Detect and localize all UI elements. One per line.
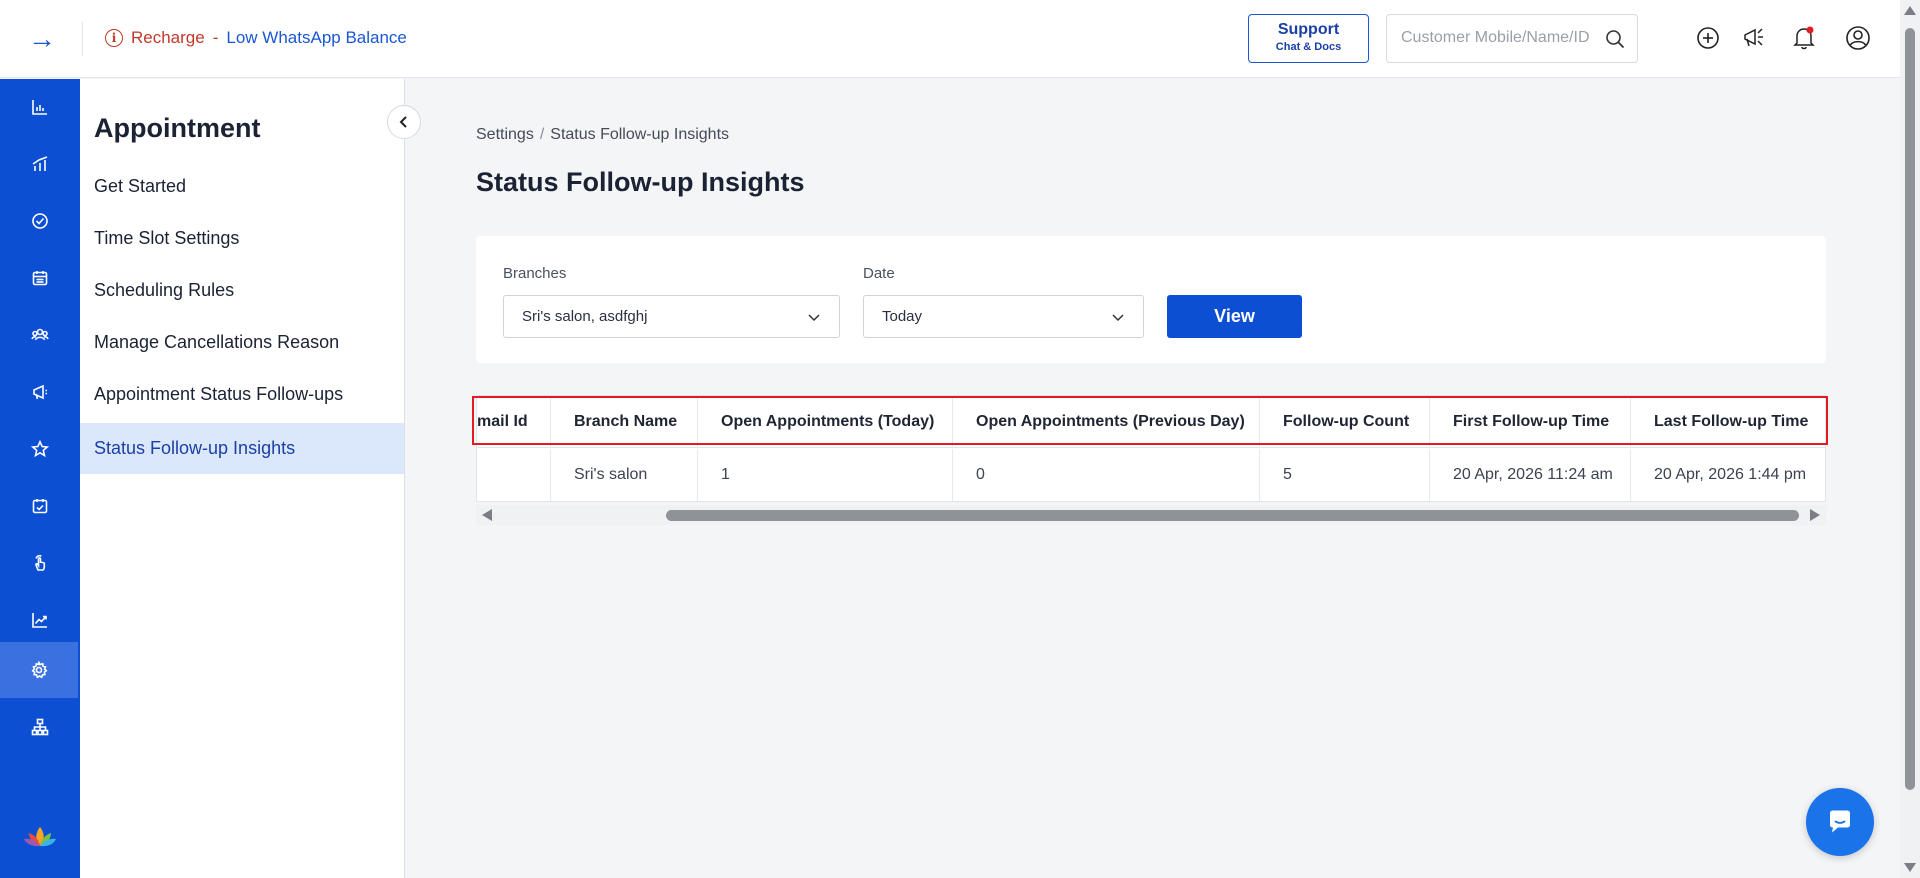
collapse-sidebar-button[interactable] [387,105,421,139]
cell-open-appointments-today: 1 [698,449,953,501]
breadcrumb-current: Status Follow-up Insights [550,126,730,143]
info-icon: i [105,29,123,47]
nav-get-started[interactable]: Get Started [80,161,404,212]
insights-table: mail Id Branch Name Open Appointments (T… [476,395,1826,502]
header-first-follow-up-time[interactable]: First Follow-up Time [1430,396,1631,448]
analytics-icon[interactable] [0,136,80,192]
header-branch-name[interactable]: Branch Name [551,396,698,448]
megaphone-icon[interactable] [0,364,80,420]
expand-menu-icon[interactable]: → [28,25,58,53]
nav-manage-cancellations-reason[interactable]: Manage Cancellations Reason [80,317,404,368]
appointment-settings-nav: Appointment Get Started Time Slot Settin… [80,79,405,878]
nav-scheduling-rules[interactable]: Scheduling Rules [80,265,404,316]
header-follow-up-count[interactable]: Follow-up Count [1260,396,1430,448]
date-label: Date [863,265,895,282]
scroll-left-arrow-icon[interactable] [482,509,492,521]
cell-email-id [477,449,551,501]
header-email-id[interactable]: mail Id [477,396,551,448]
nav-time-slot-settings[interactable]: Time Slot Settings [80,213,404,264]
view-button[interactable]: View [1167,295,1302,338]
alert-separator: - [212,28,219,47]
hand-pointer-icon[interactable] [0,535,80,591]
date-value: Today [882,308,923,325]
breadcrumb: Settings / Status Follow-up Insights [476,126,729,144]
low-balance-alert[interactable]: i Recharge - Low WhatsApp Balance [105,28,407,48]
chat-bubble-icon [1830,810,1850,833]
page-vertical-scrollbar[interactable] [1900,0,1920,878]
header-open-appointments-today[interactable]: Open Appointments (Today) [698,396,953,448]
table-horizontal-scrollbar[interactable] [476,505,1826,525]
calendar-icon[interactable] [0,250,80,306]
scroll-right-arrow-icon[interactable] [1810,509,1820,521]
search-icon[interactable] [1605,29,1625,49]
notification-bell-icon[interactable] [1790,24,1818,52]
calendar-check-icon[interactable] [0,478,80,534]
dashboard-icon[interactable] [0,79,80,135]
filter-panel: Branches Sri's salon, asdfghj Date Today… [476,236,1826,363]
customer-search [1386,14,1638,63]
breadcrumb-separator: / [539,126,545,143]
alert-link[interactable]: Low WhatsApp Balance [226,28,407,48]
chevron-left-icon [399,116,407,128]
nav-status-follow-up-insights[interactable]: Status Follow-up Insights [80,423,404,474]
cell-branch-name: Sri's salon [551,449,698,501]
scroll-down-arrow-icon[interactable] [1904,863,1916,872]
header-last-follow-up-time[interactable]: Last Follow-up Time [1631,396,1825,448]
support-title: Support [1277,21,1340,38]
branches-value: Sri's salon, asdfghj [522,308,648,325]
chevron-down-icon [808,314,820,322]
settings-gear-icon[interactable] [0,642,78,698]
breadcrumb-settings[interactable]: Settings [476,126,534,143]
branches-select[interactable]: Sri's salon, asdfghj [503,295,840,338]
cell-follow-up-count: 5 [1260,449,1430,501]
scrollbar-thumb[interactable] [666,510,1799,521]
cell-open-appointments-previous-day: 0 [953,449,1260,501]
chat-button[interactable] [1806,788,1874,856]
table-header-row: mail Id Branch Name Open Appointments (T… [477,396,1825,448]
check-circle-icon[interactable] [0,193,80,249]
nav-appointment-status-follow-ups[interactable]: Appointment Status Follow-ups [80,369,404,420]
alert-text: Recharge [131,28,205,47]
chevron-down-icon [1112,314,1124,322]
user-profile-icon[interactable] [1844,24,1872,52]
scrollbar-thumb[interactable] [1905,28,1915,790]
announcement-icon[interactable] [1740,24,1768,52]
scroll-up-arrow-icon[interactable] [1904,6,1916,15]
branches-label: Branches [503,265,567,282]
customers-icon[interactable] [0,307,80,363]
divider [82,22,83,56]
cell-last-follow-up-time: 20 Apr, 2026 1:44 pm [1654,466,1807,483]
star-icon[interactable] [0,421,80,477]
top-bar: → i Recharge - Low WhatsApp Balance Supp… [0,0,1900,78]
main-navigation-rail [0,79,80,878]
page-title: Status Follow-up Insights [476,167,805,197]
header-open-appointments-previous-day[interactable]: Open Appointments (Previous Day) [953,396,1260,448]
support-button[interactable]: Support Chat & Docs [1248,14,1369,63]
org-chart-icon[interactable] [0,699,80,755]
table-row: Sri's salon 1 0 5 20 Apr, 2026 11:24 am … [477,449,1825,501]
support-subtitle: Chat & Docs [1275,41,1342,53]
add-icon[interactable] [1694,24,1722,52]
trend-icon[interactable] [0,592,80,648]
date-select[interactable]: Today [863,295,1144,338]
search-input[interactable] [1401,29,1601,47]
section-title: Appointment [94,113,261,143]
brand-lotus-logo [24,827,56,847]
cell-first-follow-up-time: 20 Apr, 2026 11:24 am [1430,449,1631,501]
